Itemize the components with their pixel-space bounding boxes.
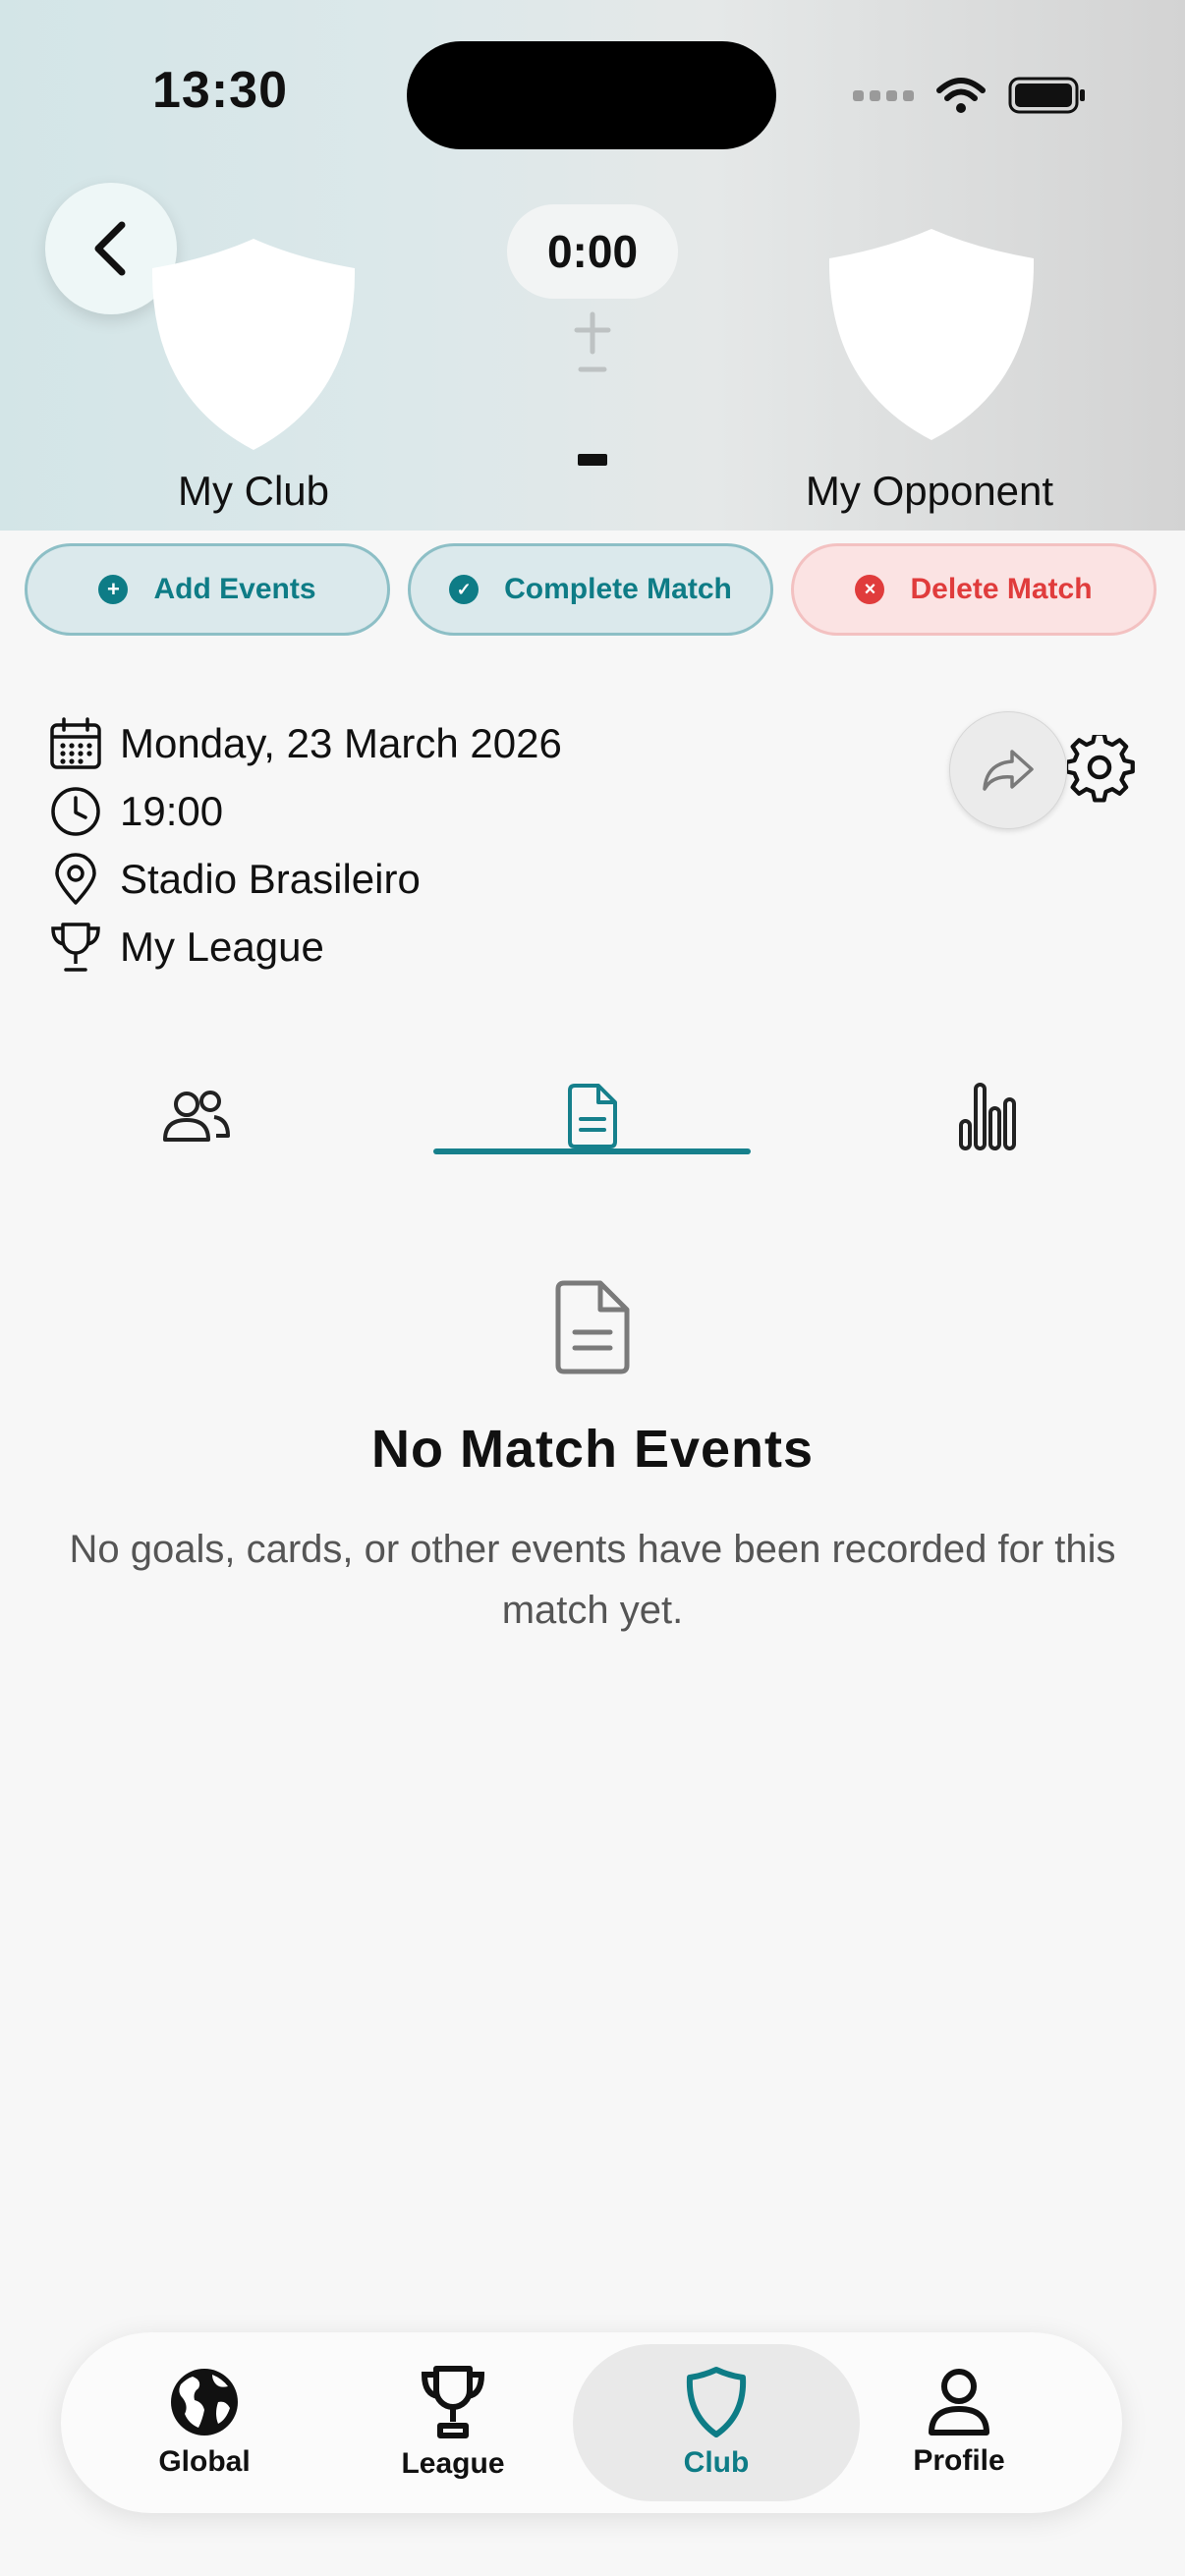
score-separator — [578, 454, 607, 466]
nav-league-label: League — [401, 2447, 505, 2480]
empty-state-title: No Match Events — [370, 1420, 815, 1479]
whistle-icon — [574, 311, 611, 372]
match-date-row: Monday, 23 March 2026 — [49, 717, 562, 770]
add-events-label: Add Events — [153, 573, 316, 605]
dynamic-island — [407, 41, 776, 149]
away-team-crest[interactable] — [827, 229, 1036, 440]
nav-profile[interactable]: Profile — [816, 2344, 1102, 2501]
share-button[interactable] — [949, 711, 1067, 829]
tab-stats[interactable] — [909, 1071, 1066, 1161]
complete-match-button[interactable]: ✓ Complete Match — [408, 543, 773, 636]
check-circle-icon: ✓ — [449, 575, 480, 604]
match-venue: Stadio Brasileiro — [120, 856, 421, 902]
delete-match-button[interactable]: × Delete Match — [791, 543, 1157, 636]
trophy-icon — [49, 921, 102, 974]
person-icon — [929, 2369, 989, 2436]
nav-league[interactable]: League — [310, 2344, 596, 2501]
document-icon — [567, 1084, 617, 1148]
match-header: 13:30 0:00 My Club My Opponent — [0, 0, 1185, 531]
match-league-row: My League — [49, 921, 324, 974]
nav-club-label: Club — [683, 2446, 750, 2479]
clock-icon — [49, 785, 102, 838]
nav-global[interactable]: Global — [61, 2344, 348, 2501]
status-time: 13:30 — [152, 62, 288, 119]
home-team-crest[interactable] — [150, 239, 357, 450]
trophy-icon — [421, 2366, 485, 2438]
gear-icon[interactable] — [1067, 735, 1136, 804]
add-events-button[interactable]: + Add Events — [25, 543, 390, 636]
away-team-name[interactable]: My Opponent — [782, 468, 1077, 515]
match-venue-row: Stadio Brasileiro — [49, 853, 421, 906]
globe-icon — [171, 2369, 238, 2436]
nav-global-label: Global — [158, 2445, 251, 2478]
match-league: My League — [120, 924, 324, 970]
bottom-navigation: Global League Club Profile — [61, 2332, 1122, 2513]
chevron-left-icon — [94, 221, 126, 276]
status-icons — [853, 71, 1087, 120]
complete-match-label: Complete Match — [504, 573, 732, 605]
plus-circle-icon: + — [98, 575, 129, 604]
x-circle-icon: × — [855, 575, 885, 604]
empty-state-description: No goals, cards, or other events have be… — [69, 1528, 1116, 1632]
home-team-name[interactable]: My Club — [106, 468, 401, 515]
people-icon — [163, 1091, 230, 1142]
match-score: 0:00 — [507, 204, 678, 299]
shield-icon — [686, 2367, 747, 2437]
match-time: 19:00 — [120, 788, 224, 834]
match-time-row: 19:00 — [49, 785, 223, 838]
delete-match-label: Delete Match — [910, 573, 1093, 605]
tab-selected-indicator — [433, 1148, 751, 1154]
share-arrow-icon — [983, 750, 1034, 791]
tab-lineup[interactable] — [118, 1071, 275, 1161]
signal-icon — [853, 89, 914, 101]
bar-chart-icon — [959, 1083, 1016, 1150]
calendar-icon — [49, 717, 102, 770]
battery-icon — [1008, 77, 1085, 114]
location-pin-icon — [49, 853, 102, 906]
match-date: Monday, 23 March 2026 — [120, 720, 562, 766]
nav-profile-label: Profile — [913, 2444, 1005, 2477]
wifi-icon — [936, 78, 986, 113]
empty-document-icon — [555, 1280, 630, 1374]
